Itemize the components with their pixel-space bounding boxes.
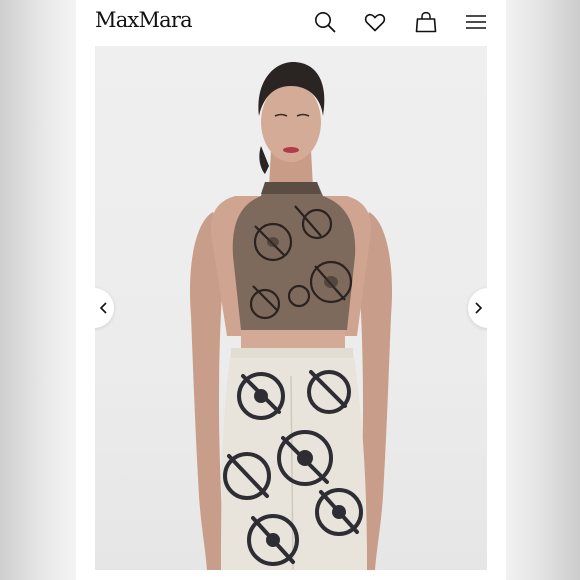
shopping-bag-icon[interactable] [414,10,438,34]
chevron-right-icon [475,302,483,314]
brand-logo[interactable]: MaxMara [95,8,193,32]
search-icon[interactable] [313,10,337,34]
model-illustration [189,62,393,570]
heart-icon[interactable] [363,10,387,34]
menu-icon[interactable] [464,10,488,34]
site-header: MaxMara [76,0,506,46]
product-image[interactable] [95,46,487,570]
chevron-left-icon [99,302,107,314]
mobile-page: MaxMara [76,0,506,580]
